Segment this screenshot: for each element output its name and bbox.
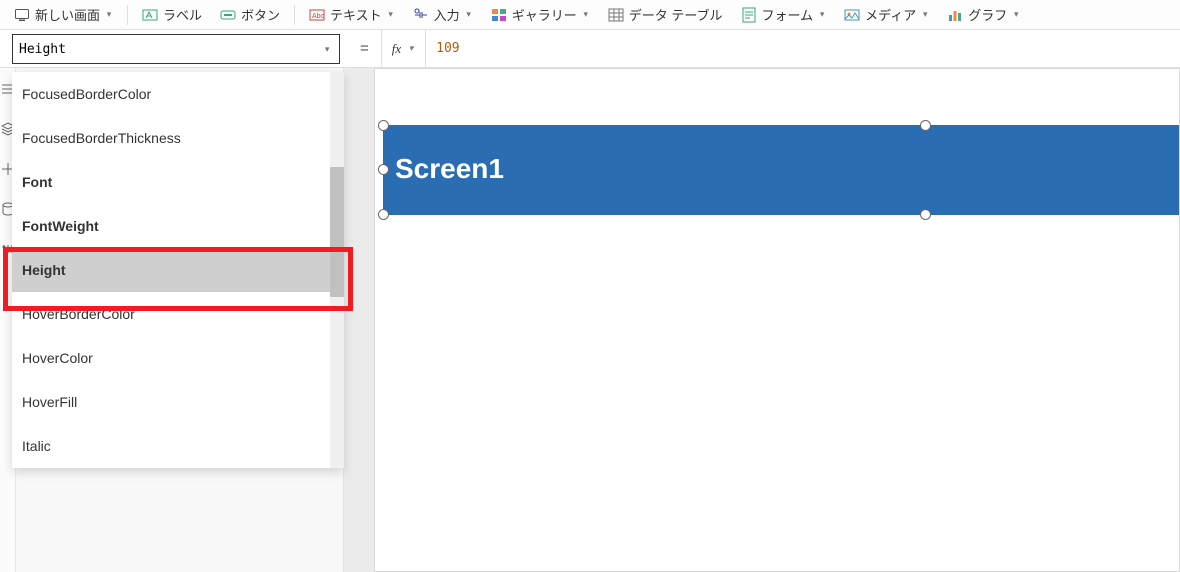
form-icon [741, 7, 757, 23]
svg-text:Abc: Abc [312, 13, 325, 20]
dropdown-item[interactable]: HoverBorderColor [12, 292, 344, 336]
insert-toolbar: 新しい画面 ▾ ラベル ボタン Abc テキスト ▾ 入力 ▾ ギャラリー ▾ [0, 0, 1180, 30]
canvas-viewport: Screen1 [344, 68, 1180, 572]
toolbar-label: フォーム [762, 5, 814, 24]
chevron-down-icon: ▾ [105, 11, 113, 19]
property-input[interactable] [19, 42, 323, 57]
screen-icon [14, 7, 30, 23]
chevron-down-icon: ▾ [818, 11, 826, 19]
dropdown-item[interactable]: Font [12, 160, 344, 204]
selection-handle[interactable] [378, 120, 389, 131]
chevron-down-icon: ▾ [323, 45, 331, 53]
insert-form-menu[interactable]: フォーム ▾ [733, 1, 835, 28]
selection-handle[interactable] [920, 209, 931, 220]
toolbar-label: グラフ [968, 5, 1007, 24]
separator [294, 5, 295, 25]
chevron-down-icon: ▾ [465, 11, 473, 19]
toolbar-label: データ テーブル [629, 5, 723, 24]
toolbar-label: 新しい画面 [35, 5, 100, 24]
insert-media-menu[interactable]: メディア ▾ [836, 1, 937, 28]
toolbar-label: テキスト [330, 5, 382, 24]
chevron-down-icon: ▾ [407, 45, 415, 53]
dropdown-item[interactable]: HoverColor [12, 336, 344, 380]
dropdown-item[interactable]: FontWeight [12, 204, 344, 248]
fx-button[interactable]: fx ▾ [381, 30, 426, 67]
toolbar-label: 入力 [434, 5, 460, 24]
dropdown-item[interactable]: Italic [12, 424, 344, 468]
dropdown-item[interactable]: FocusedBorderThickness [12, 116, 344, 160]
design-canvas[interactable]: Screen1 [374, 68, 1180, 572]
chevron-down-icon: ▾ [921, 11, 929, 19]
formula-input[interactable]: 109 [426, 30, 469, 67]
chevron-down-icon: ▾ [387, 11, 395, 19]
property-dropdown: FocusedBorderColor FocusedBorderThicknes… [12, 72, 344, 468]
header-rectangle[interactable]: Screen1 [383, 125, 1179, 215]
separator [127, 5, 128, 25]
gallery-icon [491, 7, 507, 23]
insert-datatable[interactable]: データ テーブル [600, 1, 731, 28]
chart-icon [947, 7, 963, 23]
insert-button[interactable]: ボタン [212, 1, 288, 28]
chevron-down-icon: ▾ [1012, 11, 1020, 19]
selection-handle[interactable] [378, 164, 389, 175]
insert-input-menu[interactable]: 入力 ▾ [405, 1, 481, 28]
new-screen-menu[interactable]: 新しい画面 ▾ [6, 1, 121, 28]
toolbar-label: メディア [865, 5, 916, 24]
table-icon [608, 7, 624, 23]
fx-label: fx [392, 41, 401, 57]
toolbar-label: ラベル [163, 5, 202, 24]
toolbar-label: ギャラリー [512, 5, 577, 24]
insert-gallery-menu[interactable]: ギャラリー ▾ [483, 1, 598, 28]
dropdown-item[interactable]: HoverFill [12, 380, 344, 424]
selection-handle[interactable] [378, 209, 389, 220]
screen-title-label: Screen1 [383, 125, 1179, 185]
dropdown-item-selected[interactable]: Height [12, 248, 344, 292]
selection-handle[interactable] [920, 120, 931, 131]
property-selector[interactable]: ▾ [12, 34, 340, 64]
button-icon [220, 7, 236, 23]
media-icon [844, 7, 860, 23]
insert-chart-menu[interactable]: グラフ ▾ [939, 1, 1028, 28]
text-icon: Abc [309, 7, 325, 23]
formula-bar: ▾ = fx ▾ 109 [0, 30, 1180, 68]
dropdown-scroll-thumb[interactable] [330, 167, 344, 297]
label-icon [142, 7, 158, 23]
equals-label: = [348, 30, 381, 67]
insert-label[interactable]: ラベル [134, 1, 210, 28]
input-icon [413, 7, 429, 23]
chevron-down-icon: ▾ [582, 11, 590, 19]
insert-text-menu[interactable]: Abc テキスト ▾ [301, 1, 403, 28]
toolbar-label: ボタン [241, 5, 280, 24]
dropdown-item[interactable]: FocusedBorderColor [12, 72, 344, 116]
